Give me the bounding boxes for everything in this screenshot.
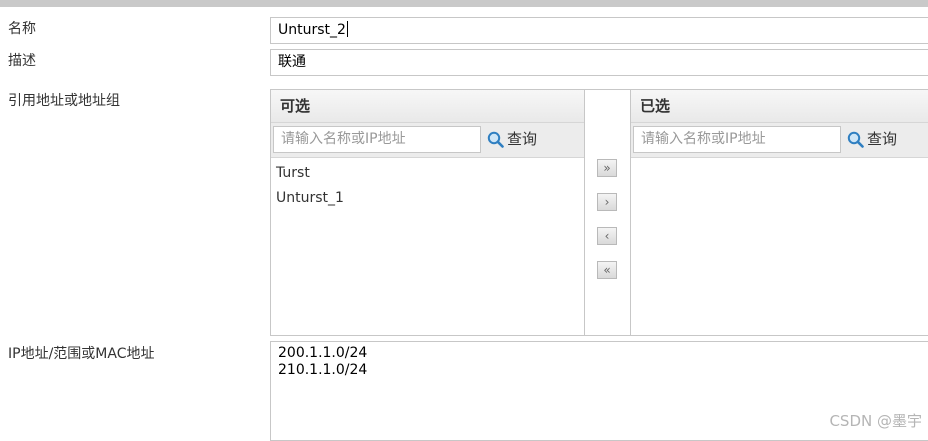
list-item[interactable]: Unturst_1 [271,186,584,211]
available-search-bar: 请输入名称或IP地址 查询 [271,123,584,158]
available-title: 可选 [271,90,584,123]
available-search-label: 查询 [507,130,538,148]
available-search-input[interactable]: 请输入名称或IP地址 [273,126,481,153]
available-panel: 可选 请输入名称或IP地址 查询 Turst Unturst_1 [270,89,585,336]
selected-title: 已选 [631,90,928,123]
text-caret [346,21,348,37]
ip-label: IP地址/范围或MAC地址 [8,346,155,362]
move-left-button[interactable]: ‹ [597,227,617,245]
ip-line: 210.1.1.0/24 [278,362,368,378]
selected-search-bar: 请输入名称或IP地址 查询 [631,123,928,158]
magnifier-icon [487,131,504,148]
name-label: 名称 [8,21,36,37]
watermark: CSDN @墨宇 [829,412,922,430]
description-input[interactable]: 联通 [270,49,928,76]
name-value: Unturst_2 [278,22,346,38]
available-search-button[interactable]: 查询 [487,126,537,153]
top-bar [0,0,928,7]
selected-panel: 已选 请输入名称或IP地址 查询 [630,89,928,336]
move-right-button[interactable]: › [597,193,617,211]
description-value: 联通 [278,54,306,70]
selected-list [631,158,928,161]
magnifier-icon [847,131,864,148]
available-list: Turst Unturst_1 [271,158,584,211]
description-label: 描述 [8,53,36,69]
transfer-controls: » › ‹ « [585,89,630,336]
selected-search-input[interactable]: 请输入名称或IP地址 [633,126,841,153]
selected-search-label: 查询 [867,130,898,148]
list-item[interactable]: Turst [271,161,584,186]
reference-label: 引用地址或地址组 [8,93,120,109]
selected-search-button[interactable]: 查询 [847,126,897,153]
name-input[interactable]: Unturst_2 [270,17,928,44]
move-all-right-button[interactable]: » [597,159,617,177]
ip-line: 200.1.1.0/24 [278,345,368,361]
move-all-left-button[interactable]: « [597,261,617,279]
